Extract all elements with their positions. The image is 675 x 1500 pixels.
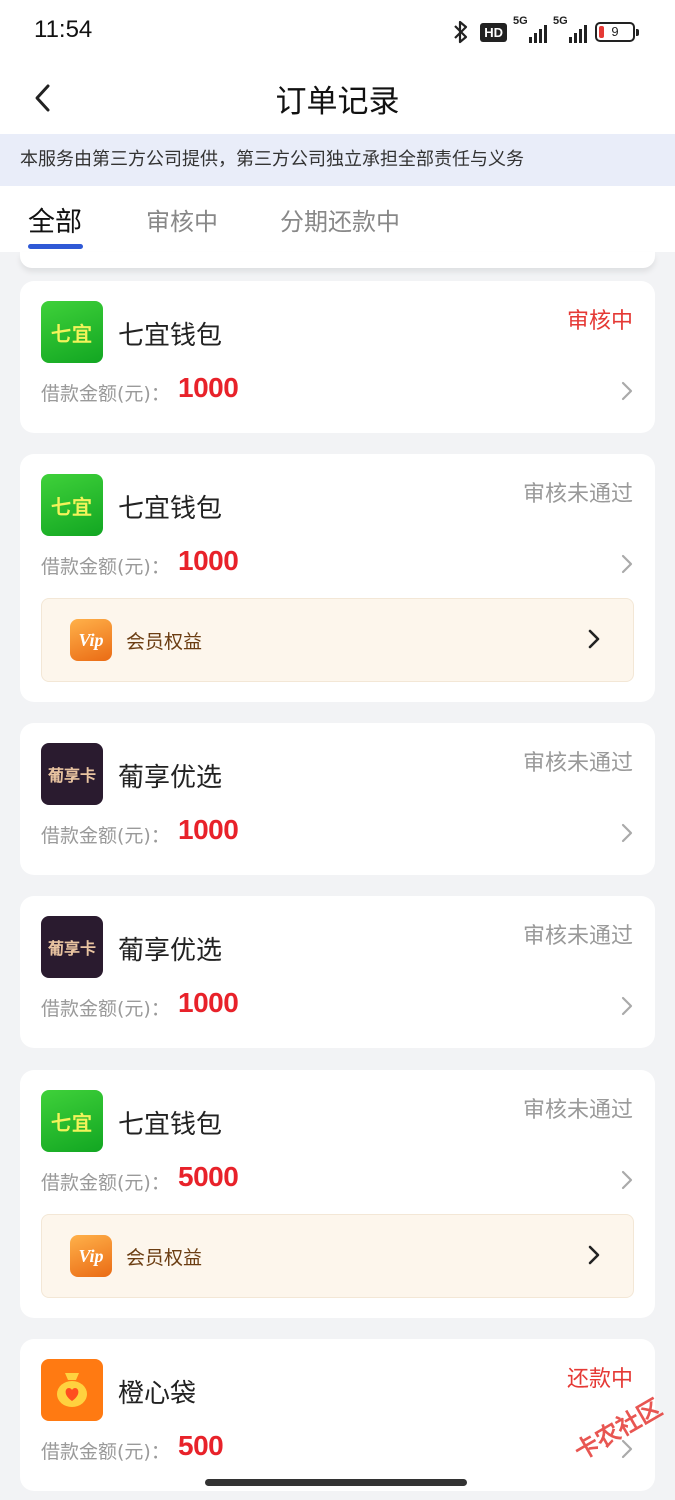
amount-label: 借款金额(元)： — [41, 825, 170, 847]
app-logo — [41, 1359, 103, 1421]
order-status: 审核中 — [566, 309, 633, 334]
chevron-right-icon[interactable] — [617, 552, 637, 576]
app-logo: 葡享卡 — [41, 916, 103, 978]
order-status: 审核未通过 — [522, 924, 633, 949]
card-edge — [20, 252, 655, 268]
battery-icon: 9 — [595, 22, 639, 42]
order-status: 审核未通过 — [522, 482, 633, 507]
loan-amount: 500 — [178, 1430, 224, 1461]
tab-installment[interactable]: 分期还款中 — [280, 202, 400, 237]
tab-reviewing[interactable]: 审核中 — [146, 202, 218, 237]
signal-icon-2: 5G — [553, 15, 587, 43]
app-name: 七宜钱包 — [118, 494, 223, 524]
amount-label: 借款金额(元)： — [41, 998, 170, 1020]
hd-badge: HD — [480, 22, 507, 42]
order-card[interactable]: 七宜 七宜钱包 审核中借款金额(元)： 1000 — [20, 281, 655, 433]
order-status: 审核未通过 — [522, 751, 633, 776]
order-card[interactable]: 葡享卡 葡享优选 审核未通过借款金额(元)： 1000 — [20, 896, 655, 1048]
money-bag-icon — [49, 1365, 95, 1415]
app-logo-text: 葡享卡 — [47, 766, 96, 785]
status-bar: 11:54 HD 5G 5G 9 — [0, 0, 675, 62]
page-title: 订单记录 — [275, 84, 400, 120]
app-logo-text: 葡享卡 — [47, 939, 96, 958]
vip-icon: Vip — [70, 619, 112, 661]
signal-icon: 5G — [513, 15, 547, 43]
loan-amount: 1000 — [178, 545, 239, 576]
order-card[interactable]: 橙心袋 还款中借款金额(元)： 500 — [20, 1339, 655, 1491]
tab-bar: 全部 审核中 分期还款中 — [0, 186, 675, 252]
vip-benefits-button[interactable]: Vip 会员权益 — [41, 1214, 634, 1298]
app-name: 七宜钱包 — [118, 1110, 223, 1140]
loan-amount: 5000 — [178, 1161, 239, 1192]
bluetooth-icon — [454, 20, 468, 44]
loan-amount: 1000 — [178, 372, 239, 403]
chevron-right-icon[interactable] — [617, 1168, 637, 1192]
app-logo-text: 七宜 — [51, 494, 93, 519]
app-logo: 七宜 — [41, 1090, 103, 1152]
chevron-right-icon[interactable] — [617, 379, 637, 403]
app-logo-text: 七宜 — [51, 321, 93, 346]
order-card[interactable]: 七宜 七宜钱包 审核未通过借款金额(元)： 1000 Vip 会员权益 — [20, 454, 655, 702]
vip-label: 会员权益 — [126, 1247, 203, 1269]
app-name: 葡享优选 — [118, 763, 223, 793]
app-logo: 七宜 — [41, 474, 103, 536]
app-logo: 七宜 — [41, 301, 103, 363]
disclaimer-notice: 本服务由第三方公司提供，第三方公司独立承担全部责任与义务 — [0, 134, 675, 186]
vip-benefits-button[interactable]: Vip 会员权益 — [41, 598, 634, 682]
order-status: 还款中 — [566, 1367, 633, 1392]
home-indicator[interactable] — [205, 1479, 467, 1486]
order-status: 审核未通过 — [522, 1098, 633, 1123]
amount-label: 借款金额(元)： — [41, 1172, 170, 1194]
order-card[interactable]: 葡享卡 葡享优选 审核未通过借款金额(元)： 1000 — [20, 723, 655, 875]
amount-label: 借款金额(元)： — [41, 383, 170, 405]
amount-label: 借款金额(元)： — [41, 1441, 170, 1463]
status-time: 11:54 — [34, 16, 93, 43]
order-card[interactable]: 七宜 七宜钱包 审核未通过借款金额(元)： 5000 Vip 会员权益 — [20, 1070, 655, 1318]
tab-all[interactable]: 全部 — [28, 200, 82, 239]
loan-amount: 1000 — [178, 987, 239, 1018]
app-name: 七宜钱包 — [118, 321, 223, 351]
chevron-right-icon — [585, 1243, 603, 1267]
vip-label: 会员权益 — [126, 631, 203, 653]
app-name: 橙心袋 — [118, 1379, 197, 1409]
vip-icon: Vip — [70, 1235, 112, 1277]
nav-bar: 订单记录 — [0, 62, 675, 134]
tab-indicator — [28, 244, 83, 249]
amount-label: 借款金额(元)： — [41, 556, 170, 578]
status-icons: HD 5G 5G 9 — [450, 15, 639, 46]
chevron-right-icon[interactable] — [617, 994, 637, 1018]
app-logo-text: 七宜 — [51, 1110, 93, 1135]
chevron-right-icon[interactable] — [617, 821, 637, 845]
app-name: 葡享优选 — [118, 936, 223, 966]
app-logo: 葡享卡 — [41, 743, 103, 805]
chevron-right-icon — [585, 627, 603, 651]
loan-amount: 1000 — [178, 814, 239, 845]
